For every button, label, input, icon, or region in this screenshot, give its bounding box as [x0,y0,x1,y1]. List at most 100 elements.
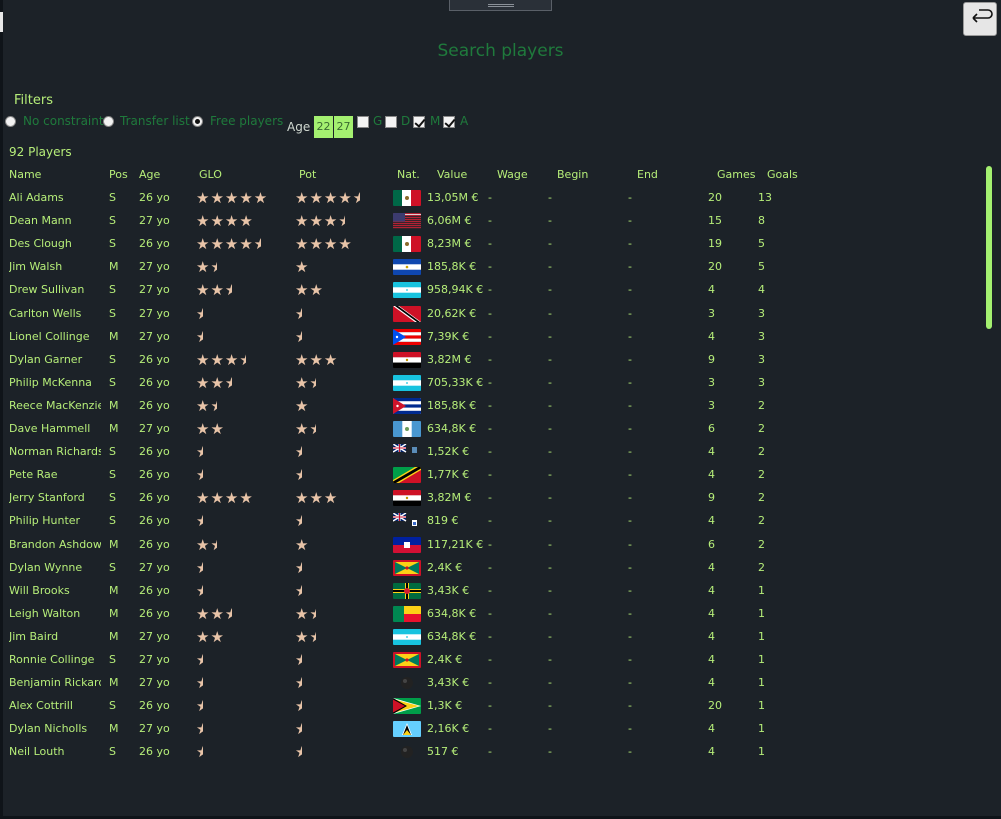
filters-label: Filters [14,93,53,108]
player-games: 4 [708,283,715,297]
player-name[interactable]: Benjamin Rickards [9,676,101,689]
half-star-icon: ★ [196,581,203,601]
player-name[interactable]: Des Clough [9,237,101,250]
col-header-goals[interactable]: Goals [767,168,807,181]
glo-rating: ★ [196,650,296,670]
player-name[interactable]: Jim Baird [9,630,101,643]
player-games: 4 [708,676,715,690]
player-name[interactable]: Carlton Wells [9,307,101,320]
player-games: 3 [708,398,715,412]
player-goals: 3 [758,329,765,343]
table-row[interactable]: Benjamin Rickards M 27 yo ★ ★ 3,43K € - - - 4 1 [0,673,980,693]
table-row[interactable]: Philip McKennaS26 yo★★★★★705,33K €---33 [0,373,980,393]
player-name[interactable]: Drew Sullivan [9,283,101,296]
col-header-glo[interactable]: GLO [199,168,299,181]
window-drag-handle[interactable] [449,0,552,11]
table-row[interactable]: Philip Hunter S 26 yo ★ ★ 819 € - - - 4 2 [0,511,980,531]
table-row[interactable]: Drew SullivanS27 yo★★★★★958,94K €---44 [0,280,980,300]
col-header-pos[interactable]: Pos [109,168,129,181]
table-row[interactable]: Dylan Garner S 26 yo ★★★★★★★ 3,82M € - - - 9 3 [0,350,980,370]
col-header-pot[interactable]: Pot [299,168,399,181]
col-header-wage[interactable]: Wage [497,168,537,181]
player-name[interactable]: Brandon Ashdown [9,538,101,551]
player-value: 6,06M € [427,214,472,228]
player-name[interactable]: Leigh Walton [9,607,101,620]
player-name[interactable]: Dave Hammell [9,422,101,435]
table-row[interactable]: Dean Mann S 27 yo ★★★★ ★★★★ 6,06M € - - - 15 8 [0,211,980,231]
player-goals: 1 [758,606,765,620]
col-header-age[interactable]: Age [139,168,189,181]
player-name[interactable]: Dylan Wynne [9,561,101,574]
radio-free-players[interactable] [192,116,203,127]
player-name[interactable]: Alex Cottrill [9,699,101,712]
col-header-begin[interactable]: Begin [557,168,597,181]
table-row[interactable]: Dave HammellM27 yo★★★★634,8K €---62 [0,419,980,439]
age-max-input[interactable]: 27 [334,116,353,138]
col-header-end[interactable]: End [637,168,677,181]
pot-rating: ★ [295,558,395,578]
player-name[interactable]: Ronnie Collinge [9,653,101,666]
contract-end: - [628,560,632,574]
table-row[interactable]: Lionel Collinge M 27 yo ★ ★ 7,39K € - - - 4 3 [0,327,980,347]
table-row[interactable]: Ali AdamsS26 yo★★★★★★★★★★13,05M €---2013 [0,188,980,208]
player-name[interactable]: Jerry Stanford [9,491,101,504]
back-button[interactable] [963,2,997,36]
player-name[interactable]: Jim Walsh [9,260,101,273]
radio-no-constraint[interactable] [5,116,16,127]
player-name[interactable]: Neil Louth [9,745,101,758]
pot-rating: ★★ [295,604,395,624]
half-star-icon: ★ [295,650,302,670]
table-row[interactable]: Jim BairdM27 yo★★★★634,8K €---41 [0,627,980,647]
checkbox-pos-m[interactable] [413,116,425,128]
player-name[interactable]: Dylan Garner [9,353,101,366]
radio-label-free-players[interactable]: Free players [210,114,283,128]
table-row[interactable]: Des Clough S 26 yo ★★★★★★★★★ 8,23M € - - - 19 5 [0,234,980,254]
radio-label-transfer-list[interactable]: Transfer list [120,114,190,128]
table-row[interactable]: Carlton WellsS27 yo★★20,62K €---33 [0,304,980,324]
player-value: 634,8K € [427,606,477,620]
player-games: 4 [708,560,715,574]
player-position: S [109,653,116,666]
player-name[interactable]: Will Brooks [9,584,101,597]
radio-label-no-constraint[interactable]: No constraint [23,114,104,128]
player-name[interactable]: Norman Richardson [9,445,101,458]
table-row[interactable]: Neil Louth S 26 yo ★ ★ 517 € - - - 4 1 [0,742,980,762]
table-row[interactable]: Alex Cottrill S 26 yo ★ ★ 1,3K € - - - 20 1 [0,696,980,716]
player-name[interactable]: Dean Mann [9,214,101,227]
table-row[interactable]: Jim WalshM27 yo★★★185,8K €---205 [0,257,980,277]
player-name[interactable]: Philip McKenna [9,376,101,389]
age-min-input[interactable]: 22 [314,116,333,138]
checkbox-pos-d[interactable] [385,116,397,128]
table-row[interactable]: Norman Richardson S 26 yo ★ ★ 1,52K € - - - 4 2 [0,442,980,462]
player-games: 4 [708,468,715,482]
radio-transfer-list[interactable] [103,116,114,127]
player-name[interactable]: Reece MacKenzie [9,399,101,412]
player-name[interactable]: Lionel Collinge [9,330,101,343]
checkbox-label-m: M [430,114,441,128]
table-row[interactable]: Dylan Wynne S 27 yo ★ ★ 2,4K € - - - 4 2 [0,558,980,578]
player-name[interactable]: Philip Hunter [9,514,101,527]
table-row[interactable]: Dylan Nicholls M 27 yo ★ ★ 2,16K € - - - 4 1 [0,719,980,739]
player-name[interactable]: Pete Rae [9,468,101,481]
col-header-value[interactable]: Value [437,168,497,181]
col-header-name[interactable]: Name [9,168,101,181]
col-header-games[interactable]: Games [717,168,757,181]
scrollbar-thumb[interactable] [986,166,992,329]
player-age: 27 yo [139,676,170,690]
table-row[interactable]: Jerry Stanford S 26 yo ★★★★ ★★★ 3,82M € - - -9 2 [0,488,980,508]
table-row[interactable]: Ronnie Collinge S 27 yo ★ ★ 2,4K € - - - 4 1 [0,650,980,670]
col-header-nat[interactable]: Nat. [397,168,425,181]
half-star-icon: ★ [196,558,203,578]
player-name[interactable]: Ali Adams [9,191,101,204]
player-games: 9 [708,491,715,505]
table-row[interactable]: Will Brooks M 26 yo ★ ★ 3,43K € - - - 4 1 [0,581,980,601]
nationality-flag-icon [393,397,421,414]
player-name[interactable]: Dylan Nicholls [9,722,101,735]
table-row[interactable]: Pete Rae S 26 yo ★ ★ 1,77K € - - - 4 2 [0,465,980,485]
checkbox-pos-a[interactable] [443,116,455,128]
table-row[interactable]: Reece MacKenzieM26 yo★★★185,8K €---32 [0,396,980,416]
table-row[interactable]: Brandon AshdownM26 yo★★★117,21K €---62 [0,535,980,555]
table-row[interactable]: Leigh WaltonM26 yo★★★★★634,8K €---41 [0,604,980,624]
checkbox-pos-g[interactable] [357,116,369,128]
player-age: 27 yo [139,214,170,228]
